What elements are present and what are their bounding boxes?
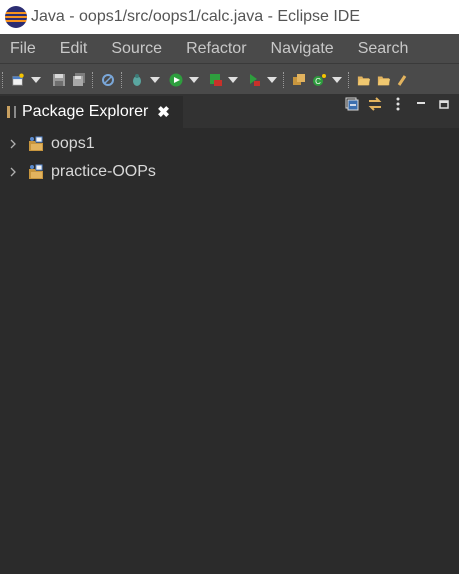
tree-item-practice-oops[interactable]: practice-OOPs	[0, 158, 156, 186]
menu-file[interactable]: File	[0, 40, 36, 58]
save-all-icon[interactable]	[72, 72, 86, 87]
debug-dropdown-icon[interactable]	[150, 76, 160, 83]
package-explorer-header: Package Explorer ✖	[0, 94, 459, 129]
java-project-icon	[28, 136, 46, 152]
run-icon[interactable]	[169, 73, 183, 87]
eclipse-logo-icon	[5, 6, 27, 28]
svg-text:C: C	[315, 77, 321, 86]
new-dropdown-icon[interactable]	[31, 76, 41, 83]
tree-item-oops1[interactable]: oops1	[0, 130, 95, 158]
window-title: Java - oops1/src/oops1/calc.java - Eclip…	[31, 8, 361, 25]
external-tools-icon[interactable]	[247, 73, 261, 87]
chevron-right-icon[interactable]	[8, 167, 18, 177]
tab-label: Package Explorer	[22, 103, 149, 120]
coverage-icon[interactable]	[208, 73, 222, 87]
menu-bar: File Edit Source Refactor Navigate Searc…	[0, 34, 459, 63]
toolbar-separator	[92, 71, 95, 88]
maximize-icon[interactable]	[437, 97, 451, 111]
panel-toolbar	[336, 97, 451, 111]
external-tools-dropdown-icon[interactable]	[267, 76, 277, 83]
main-toolbar: C	[0, 63, 459, 95]
open-type-icon[interactable]	[357, 73, 371, 87]
window-titlebar: Java - oops1/src/oops1/calc.java - Eclip…	[0, 0, 459, 34]
close-icon[interactable]: ✖	[157, 103, 170, 121]
tree-item-label: oops1	[51, 135, 95, 152]
tree-item-label: practice-OOPs	[51, 163, 156, 180]
link-with-editor-icon[interactable]	[368, 97, 382, 111]
toolbar-separator	[2, 71, 5, 88]
package-explorer-icon	[7, 106, 16, 118]
collapse-all-icon[interactable]	[345, 97, 359, 111]
toolbar-separator	[348, 71, 351, 88]
run-dropdown-icon[interactable]	[189, 76, 199, 83]
debug-icon[interactable]	[130, 73, 144, 87]
toolbar-separator	[283, 71, 286, 88]
new-icon[interactable]	[11, 72, 25, 87]
package-explorer-tree: oops1 practice-OOPs	[0, 128, 459, 574]
menu-refactor[interactable]: Refactor	[176, 40, 246, 58]
open-task-icon[interactable]	[377, 73, 391, 87]
coverage-dropdown-icon[interactable]	[228, 76, 238, 83]
menu-navigate[interactable]: Navigate	[261, 40, 334, 58]
new-java-class-dropdown-icon[interactable]	[332, 76, 342, 83]
view-menu-icon[interactable]	[391, 97, 405, 111]
minimize-icon[interactable]	[414, 97, 428, 111]
tab-package-explorer[interactable]: Package Explorer ✖	[0, 96, 183, 128]
chevron-right-icon[interactable]	[8, 139, 18, 149]
search-icon[interactable]	[397, 73, 411, 87]
save-icon[interactable]	[52, 73, 66, 87]
menu-search[interactable]: Search	[348, 40, 409, 58]
java-project-icon	[28, 164, 46, 180]
skip-breakpoints-icon[interactable]	[101, 73, 115, 87]
new-java-class-icon[interactable]: C	[312, 73, 326, 87]
menu-source[interactable]: Source	[101, 40, 162, 58]
menu-edit[interactable]: Edit	[50, 40, 88, 58]
toolbar-separator	[121, 71, 124, 88]
new-java-package-icon[interactable]	[292, 73, 306, 87]
